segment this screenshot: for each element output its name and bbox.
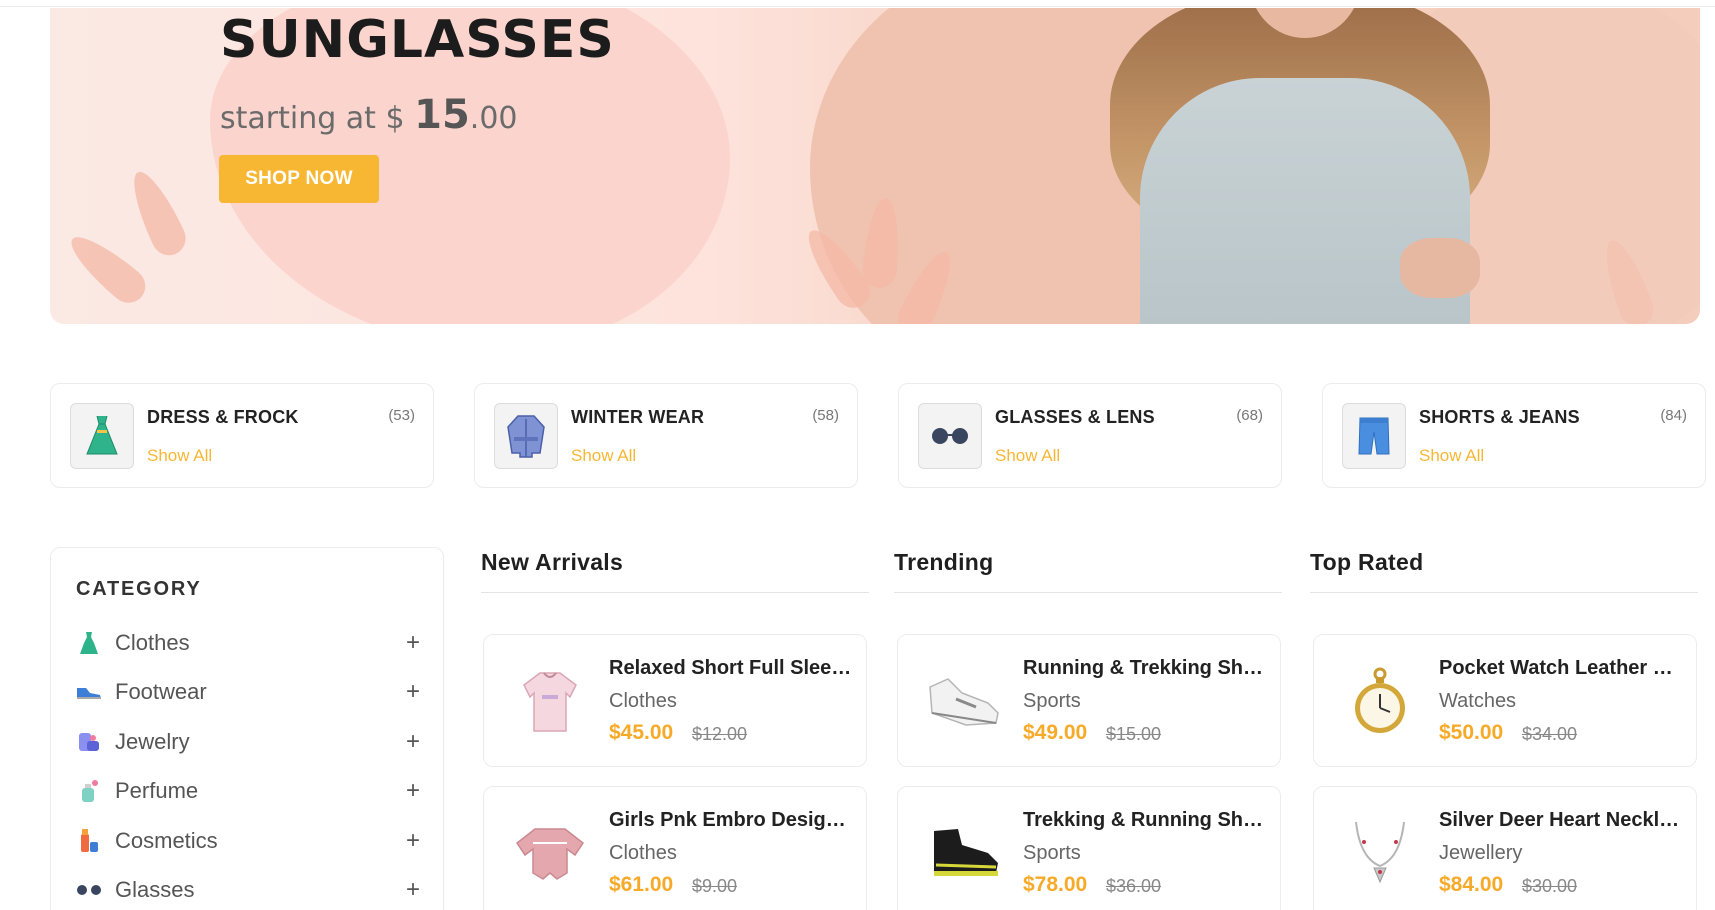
product-card[interactable]: Silver Deer Heart Necklace Jewellery $84… bbox=[1313, 786, 1697, 910]
category-count: (58) bbox=[812, 407, 839, 424]
category-count: (68) bbox=[1236, 407, 1263, 424]
sidebar-item-glasses[interactable]: Glasses + bbox=[75, 874, 423, 906]
sidebar-item-clothes[interactable]: Clothes + bbox=[75, 627, 423, 659]
product-price: $78.00 bbox=[1023, 873, 1088, 896]
product-card[interactable]: Girls Pnk Embro Design Top Clothes $61.0… bbox=[483, 786, 867, 910]
necklace-icon bbox=[1338, 811, 1422, 895]
product-card[interactable]: Relaxed Short Full Sleeve T-Shirt Clothe… bbox=[483, 634, 867, 767]
dress-icon bbox=[70, 403, 134, 469]
expand-plus-icon[interactable]: + bbox=[403, 728, 423, 756]
leaf-decoration bbox=[122, 165, 192, 261]
dress-icon bbox=[75, 629, 103, 657]
product-card[interactable]: Trekking & Running Shoes - Black Sports … bbox=[897, 786, 1281, 910]
top-icon bbox=[508, 811, 592, 895]
sidebar-title: CATEGORY bbox=[76, 578, 202, 600]
product-category: Clothes bbox=[609, 842, 677, 864]
product-category: Sports bbox=[1023, 690, 1081, 712]
sidebar-item-perfume[interactable]: Perfume + bbox=[75, 775, 423, 807]
category-name: SHORTS & JEANS bbox=[1419, 407, 1580, 427]
sidebar-item-label: Cosmetics bbox=[115, 828, 218, 853]
product-card[interactable]: Running & Trekking Shoes - White Sports … bbox=[897, 634, 1281, 767]
perfume-icon bbox=[75, 777, 103, 805]
product-name[interactable]: Silver Deer Heart Necklace bbox=[1439, 809, 1684, 832]
product-price: $45.00 bbox=[609, 721, 674, 744]
category-sidebar: CATEGORY Clothes + Footwear + Jewelry + … bbox=[50, 547, 444, 910]
product-category: Clothes bbox=[609, 690, 677, 712]
subtitle-cents: .00 bbox=[469, 101, 518, 136]
sneaker-icon bbox=[922, 659, 1006, 743]
glasses-icon bbox=[75, 876, 103, 904]
boot-icon bbox=[922, 811, 1006, 895]
product-category: Sports bbox=[1023, 842, 1081, 864]
category-card-shorts[interactable]: SHORTS & JEANS (84) Show All bbox=[1322, 383, 1706, 488]
hero-banner: SUNGLASSES starting at $ 15.00 SHOP NOW bbox=[50, 8, 1700, 324]
sidebar-item-label: Clothes bbox=[115, 630, 190, 655]
product-name[interactable]: Relaxed Short Full Sleeve T-Shirt bbox=[609, 657, 854, 680]
product-old-price: $30.00 bbox=[1522, 876, 1578, 896]
coat-icon bbox=[494, 403, 558, 469]
product-old-price: $9.00 bbox=[692, 876, 738, 896]
product-category: Watches bbox=[1439, 690, 1517, 712]
sidebar-item-label: Jewelry bbox=[115, 729, 190, 754]
product-name[interactable]: Trekking & Running Shoes - Black bbox=[1023, 809, 1268, 832]
expand-plus-icon[interactable]: + bbox=[403, 678, 423, 706]
product-name[interactable]: Pocket Watch Leather Pouch bbox=[1439, 657, 1684, 680]
model-photo bbox=[1110, 8, 1490, 324]
product-old-price: $15.00 bbox=[1106, 724, 1162, 744]
show-all-link[interactable]: Show All bbox=[571, 446, 636, 466]
category-card-glasses[interactable]: GLASSES & LENS (68) Show All bbox=[898, 383, 1282, 488]
product-old-price: $12.00 bbox=[692, 724, 748, 744]
product-price: $61.00 bbox=[609, 873, 674, 896]
banner-title: SUNGLASSES bbox=[220, 10, 615, 70]
cosmetics-icon bbox=[75, 827, 103, 855]
shirt-icon bbox=[508, 659, 592, 743]
expand-plus-icon[interactable]: + bbox=[403, 876, 423, 904]
category-card-dress[interactable]: DRESS & FROCK (53) Show All bbox=[50, 383, 434, 488]
shorts-icon bbox=[1342, 403, 1406, 469]
shoe-icon bbox=[75, 678, 103, 706]
product-price: $49.00 bbox=[1023, 721, 1088, 744]
sidebar-item-label: Glasses bbox=[115, 877, 195, 902]
show-all-link[interactable]: Show All bbox=[1419, 446, 1484, 466]
sidebar-item-label: Perfume bbox=[115, 778, 199, 803]
sidebar-item-cosmetics[interactable]: Cosmetics + bbox=[75, 825, 423, 857]
column-divider bbox=[1310, 592, 1698, 593]
subtitle-prefix: starting at $ bbox=[220, 101, 415, 136]
shop-now-button[interactable]: SHOP NOW bbox=[219, 155, 379, 203]
category-name: DRESS & FROCK bbox=[147, 407, 299, 427]
column-title-top-rated: Top Rated bbox=[1310, 549, 1424, 575]
glasses-icon bbox=[918, 403, 982, 469]
product-name[interactable]: Running & Trekking Shoes - White bbox=[1023, 657, 1268, 680]
top-divider bbox=[0, 6, 1715, 7]
product-category: Jewellery bbox=[1439, 842, 1523, 864]
expand-plus-icon[interactable]: + bbox=[403, 629, 423, 657]
expand-plus-icon[interactable]: + bbox=[403, 827, 423, 855]
show-all-link[interactable]: Show All bbox=[147, 446, 212, 466]
category-count: (53) bbox=[388, 407, 415, 424]
column-divider bbox=[481, 592, 869, 593]
jewelry-icon bbox=[75, 728, 103, 756]
expand-plus-icon[interactable]: + bbox=[403, 777, 423, 805]
sidebar-item-footwear[interactable]: Footwear + bbox=[75, 676, 423, 708]
product-name[interactable]: Girls Pnk Embro Design Top bbox=[609, 809, 854, 832]
subtitle-price: 15 bbox=[414, 92, 470, 138]
product-price: $50.00 bbox=[1439, 721, 1504, 744]
category-count: (84) bbox=[1660, 407, 1687, 424]
product-price: $84.00 bbox=[1439, 873, 1504, 896]
category-name: WINTER WEAR bbox=[571, 407, 705, 427]
sidebar-item-label: Footwear bbox=[115, 679, 207, 704]
column-title-new-arrivals: New Arrivals bbox=[481, 549, 624, 575]
product-old-price: $36.00 bbox=[1106, 876, 1162, 896]
column-title-trending: Trending bbox=[894, 549, 994, 575]
product-card[interactable]: Pocket Watch Leather Pouch Watches $50.0… bbox=[1313, 634, 1697, 767]
leaf-decoration bbox=[61, 226, 153, 310]
sidebar-item-jewelry[interactable]: Jewelry + bbox=[75, 726, 423, 758]
pocket-watch-icon bbox=[1338, 659, 1422, 743]
show-all-link[interactable]: Show All bbox=[995, 446, 1060, 466]
column-divider bbox=[894, 592, 1282, 593]
banner-subtitle: starting at $ 15.00 bbox=[220, 92, 518, 138]
category-card-winter[interactable]: WINTER WEAR (58) Show All bbox=[474, 383, 858, 488]
category-name: GLASSES & LENS bbox=[995, 407, 1155, 427]
product-old-price: $34.00 bbox=[1522, 724, 1578, 744]
